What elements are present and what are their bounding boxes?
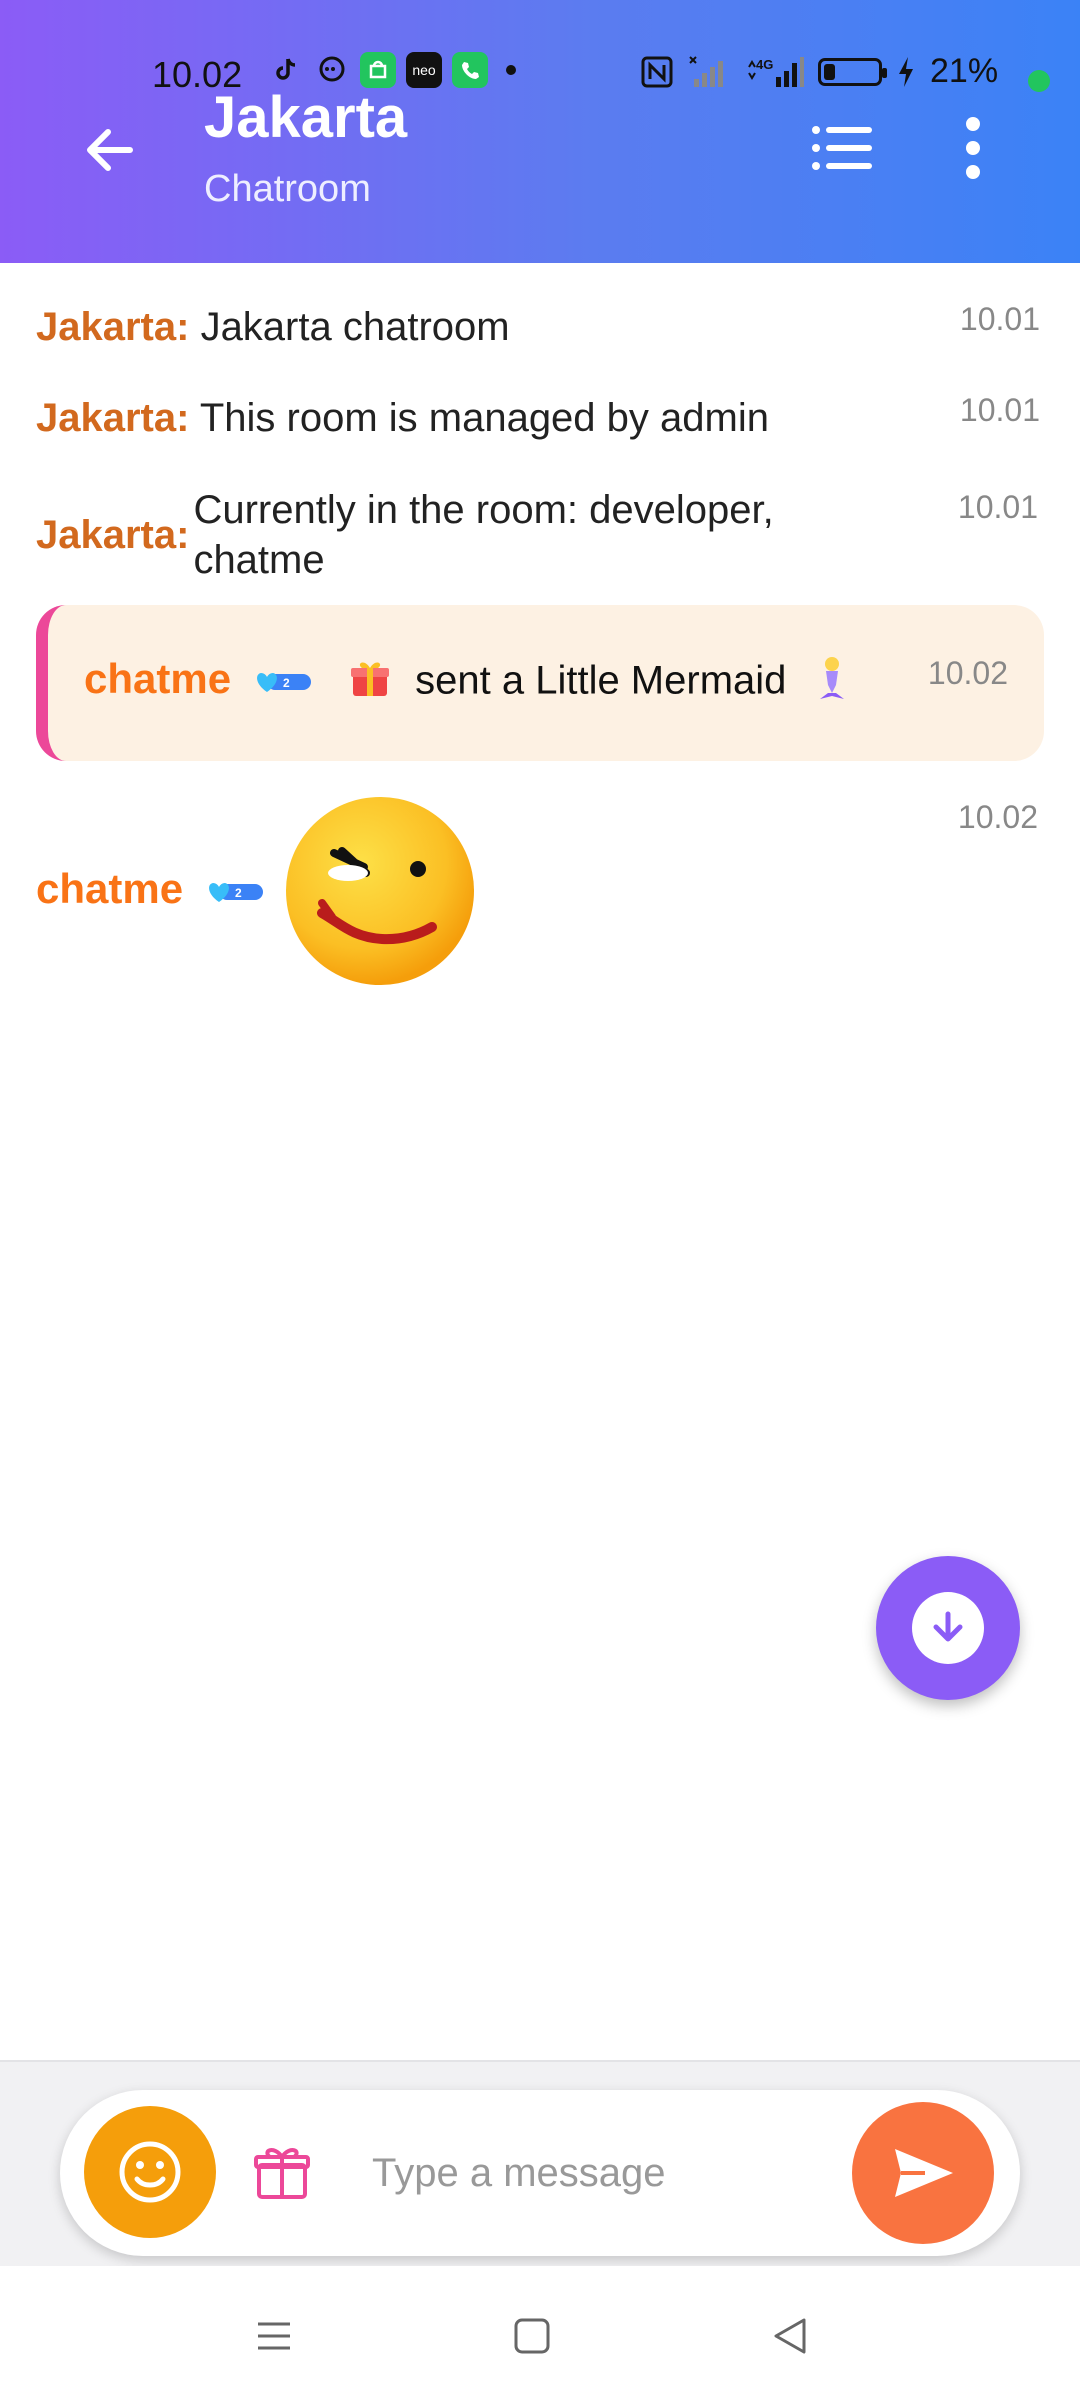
- arrow-down-circle-icon: [912, 1592, 984, 1664]
- charging-icon: [899, 56, 913, 87]
- message-time: 10.01: [957, 489, 1038, 525]
- chat-bubble-icon: [314, 52, 350, 88]
- signal-no-service-icon: [689, 55, 723, 87]
- message-sender[interactable]: Jakarta:: [36, 396, 189, 440]
- sticker-sender-name[interactable]: chatme: [36, 865, 183, 912]
- heart-badge-icon: 2: [256, 672, 311, 692]
- gift-box-icon: [348, 656, 392, 710]
- gift-button[interactable]: [246, 2136, 318, 2208]
- back-arrow-icon: [87, 129, 133, 171]
- menu-lines-icon: [258, 2322, 290, 2350]
- message-sender[interactable]: Jakarta:: [36, 305, 189, 349]
- system-message: Jakarta: This room is managed by admin 1…: [36, 392, 1046, 441]
- svg-text:2: 2: [235, 886, 242, 900]
- list-icon: [812, 126, 872, 170]
- notification-icons: neo: [268, 52, 516, 88]
- status-bar: 10.02 neo 4G 21%: [0, 40, 1080, 110]
- battery-icon: [818, 57, 887, 86]
- participants-list-button[interactable]: [804, 110, 880, 186]
- svg-text:4G: 4G: [756, 57, 773, 72]
- system-message: Jakarta: Jakarta chatroom 10.01: [36, 301, 1046, 350]
- more-options-button[interactable]: [938, 108, 1008, 188]
- message-text: This room is managed by admin: [199, 396, 769, 440]
- message-time: 10.01: [959, 301, 1040, 337]
- message-time: 10.02: [927, 655, 1008, 691]
- composer-pill: [60, 2090, 1020, 2256]
- gift-message-card: chatme 2 sent a Little Mermaid 10.02: [36, 605, 1044, 761]
- signal-4g-icon: 4G: [748, 56, 804, 87]
- privacy-indicator-dot: [1028, 70, 1050, 92]
- more-notifications-dot: [506, 65, 516, 75]
- phone-call-icon: [452, 52, 488, 88]
- tiktok-icon: [268, 52, 304, 88]
- message-text: Currently in the room: developer, chatme: [193, 488, 774, 582]
- svg-text:2: 2: [283, 676, 290, 690]
- send-icon: [895, 2149, 953, 2197]
- recents-button[interactable]: [244, 2306, 304, 2366]
- smiley-icon: [119, 2141, 181, 2203]
- back-nav-button[interactable]: [760, 2306, 820, 2366]
- triangle-back-icon: [774, 2318, 806, 2354]
- message-text: Jakarta chatroom: [200, 305, 510, 349]
- gift-text-row: sent a Little Mermaid: [348, 655, 852, 711]
- square-icon: [514, 2318, 550, 2354]
- system-nav-bar: [0, 2266, 1080, 2400]
- shopping-app-icon: [360, 52, 396, 88]
- wink-smile-sticker[interactable]: [282, 793, 478, 989]
- system-status-icons: 4G 21%: [640, 52, 998, 91]
- battery-percent: 21%: [930, 52, 999, 90]
- home-button[interactable]: [502, 2306, 562, 2366]
- scroll-to-bottom-button[interactable]: [876, 1556, 1020, 1700]
- system-message: Jakarta: Currently in the room: develope…: [36, 485, 836, 585]
- message-time: 10.01: [959, 392, 1040, 428]
- send-button[interactable]: [852, 2102, 994, 2244]
- gift-sender-row: chatme 2: [84, 655, 315, 703]
- nfc-icon: [641, 56, 673, 87]
- sticker-sender-row: chatme 2 :: [36, 865, 302, 913]
- composer-bar: [0, 2060, 1080, 2268]
- message-input[interactable]: [370, 2142, 874, 2204]
- app-header: 10.02 neo 4G 21% Jakarta Chatroom: [0, 0, 1080, 263]
- more-vertical-icon: [966, 117, 980, 179]
- emoji-button[interactable]: [84, 2106, 216, 2238]
- gift-sender-name[interactable]: chatme: [84, 655, 231, 702]
- gift-icon: [254, 2148, 310, 2199]
- gift-text: sent a Little Mermaid: [415, 658, 787, 703]
- neo-app-icon: neo: [406, 52, 442, 88]
- page-title: Jakarta: [204, 85, 408, 150]
- page-subtitle: Chatroom: [204, 168, 371, 210]
- back-button[interactable]: [70, 110, 150, 190]
- heart-badge-icon: 2: [208, 882, 263, 902]
- mermaid-icon: [812, 655, 852, 711]
- message-sender[interactable]: Jakarta:: [36, 513, 189, 558]
- message-time: 10.02: [957, 799, 1038, 835]
